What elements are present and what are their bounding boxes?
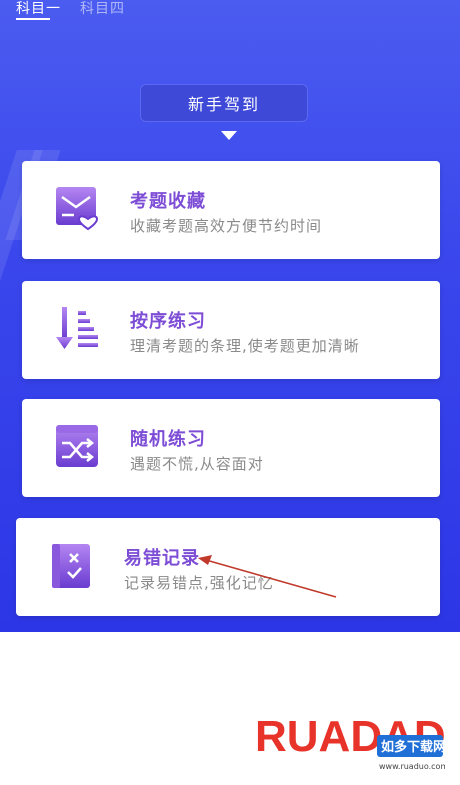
card-desc: 理清考题的条理,使考题更加清晰 <box>130 337 360 355</box>
watermark-brand-art: RUADADO 如多下载网 www.ruaduo.com <box>255 712 460 771</box>
card-sequence-practice[interactable]: 按序练习 理清考题的条理,使考题更加清晰 <box>22 281 440 379</box>
watermark-url-text: www.ruaduo.com <box>379 762 445 771</box>
tab-subject-one[interactable]: 科目一 <box>16 0 61 18</box>
favorites-icon <box>56 187 99 231</box>
tab-subject-four[interactable]: 科目四 <box>80 0 125 18</box>
card-title: 易错记录 <box>124 548 200 569</box>
card-title: 考题收藏 <box>130 191 206 212</box>
shuffle-icon <box>56 425 98 467</box>
card-desc: 记录易错点,强化记忆 <box>124 574 274 592</box>
subject-tabs: 科目一 科目四 <box>0 0 460 22</box>
header-background: 科目一 科目四 新手驾到 考题收藏 收藏考题高效方便节约时间 按序练习 理清考题… <box>0 0 460 632</box>
card-error-record[interactable]: 易错记录 记录易错点,强化记忆 <box>16 518 440 616</box>
sequence-icon <box>56 307 98 349</box>
checkin-button[interactable]: 新手驾到 <box>140 84 308 122</box>
watermark-cn-text: 如多下载网 <box>381 739 445 755</box>
card-desc: 遇题不慌,从容面对 <box>130 455 264 473</box>
error-record-icon <box>52 544 90 588</box>
card-random-practice[interactable]: 随机练习 遇题不慌,从容面对 <box>22 399 440 497</box>
card-title: 随机练习 <box>130 429 206 450</box>
active-tab-indicator <box>16 18 50 20</box>
watermark-logo: RUADADO 如多下载网 www.ruaduo.com <box>255 705 460 775</box>
card-title: 按序练习 <box>130 311 206 332</box>
card-desc: 收藏考题高效方便节约时间 <box>130 217 323 235</box>
caret-down-icon <box>221 131 237 140</box>
card-favorites[interactable]: 考题收藏 收藏考题高效方便节约时间 <box>22 161 440 259</box>
